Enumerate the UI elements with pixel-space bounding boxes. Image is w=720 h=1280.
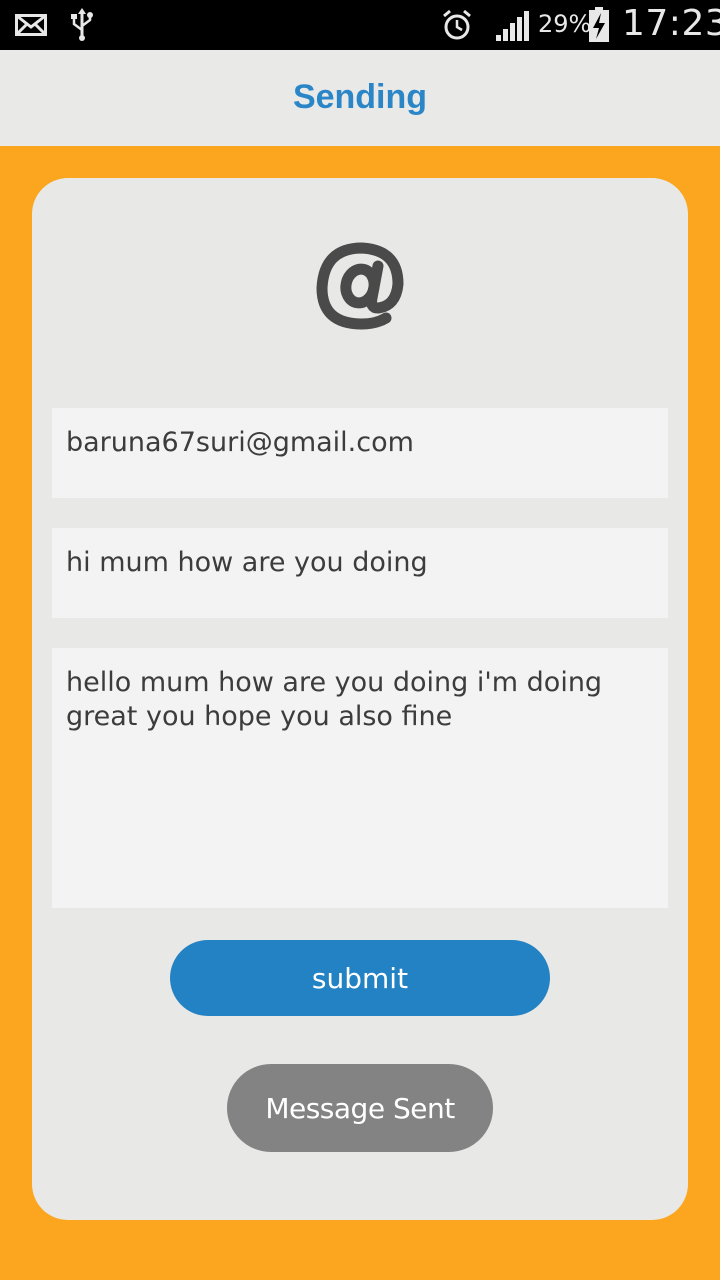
message-field[interactable]: hello mum how are you doing i'm doing gr… xyxy=(52,648,668,908)
battery-percent: 29% xyxy=(538,10,592,38)
title-bar: Sending xyxy=(0,50,720,146)
battery-charging-icon xyxy=(586,0,612,50)
submit-button-label: submit xyxy=(311,961,409,995)
status-clock: 17:23 xyxy=(622,3,720,44)
email-form-card: baruna67suri@gmail.com hi mum how are yo… xyxy=(32,178,688,1220)
submit-button[interactable]: submit xyxy=(170,940,550,1016)
mail-icon xyxy=(14,0,48,50)
alarm-icon xyxy=(440,0,474,50)
toast-text: Message Sent xyxy=(265,1091,455,1125)
at-sign-icon xyxy=(32,238,688,348)
page-title: Sending xyxy=(292,78,428,116)
usb-icon xyxy=(68,0,96,50)
status-bar: 29% 17:23 xyxy=(0,0,720,50)
subject-field[interactable]: hi mum how are you doing xyxy=(52,528,668,618)
message-sent-toast: Message Sent xyxy=(227,1064,493,1152)
signal-icon xyxy=(494,0,530,50)
email-field[interactable]: baruna67suri@gmail.com xyxy=(52,408,668,498)
